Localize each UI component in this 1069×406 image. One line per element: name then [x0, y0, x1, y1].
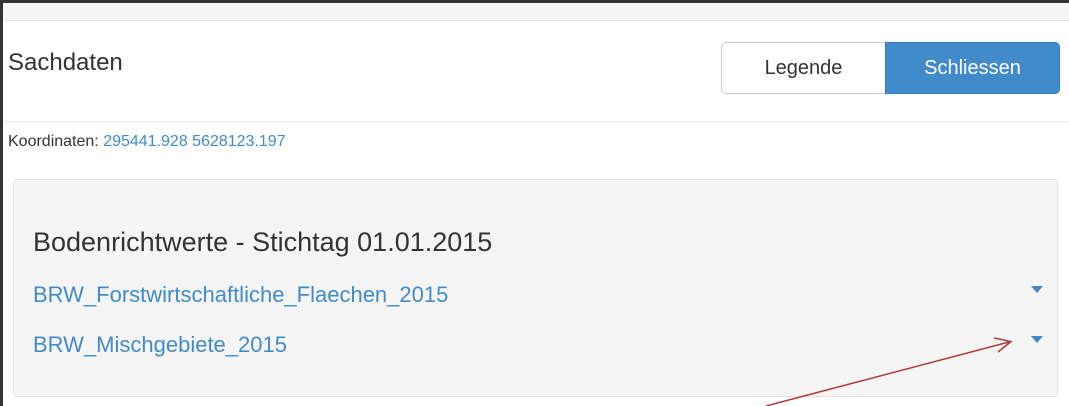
layer-row-mischgebiete: BRW_Mischgebiete_2015 [33, 332, 1043, 362]
coordinates-line: Koordinaten: 295441.928 5628123.197 [8, 133, 286, 151]
layer-link-forstwirtschaftliche[interactable]: BRW_Forstwirtschaftliche_Flaechen_2015 [33, 282, 448, 308]
close-button[interactable]: Schliessen [885, 42, 1060, 94]
legend-button[interactable]: Legende [721, 42, 885, 94]
coordinates-value: 295441.928 5628123.197 [103, 133, 286, 150]
layer-link-mischgebiete[interactable]: BRW_Mischgebiete_2015 [33, 332, 287, 358]
caret-down-icon[interactable] [1031, 336, 1043, 343]
header-divider [3, 121, 1069, 122]
caret-down-icon[interactable] [1031, 286, 1043, 293]
layer-row-forstwirtschaftliche: BRW_Forstwirtschaftliche_Flaechen_2015 [33, 282, 1043, 312]
result-title: Bodenrichtwerte - Stichtag 01.01.2015 [33, 227, 493, 257]
panel-header: Sachdaten Legende Schliessen [3, 21, 1069, 121]
panel-title: Sachdaten [8, 49, 123, 76]
result-well: Bodenrichtwerte - Stichtag 01.01.2015 BR… [13, 179, 1058, 397]
sachdaten-panel: Sachdaten Legende Schliessen Koordinaten… [0, 0, 1069, 406]
coordinates-label: Koordinaten: [8, 133, 99, 150]
panel-top-strip [3, 3, 1069, 21]
header-button-group: Legende Schliessen [721, 42, 1060, 94]
